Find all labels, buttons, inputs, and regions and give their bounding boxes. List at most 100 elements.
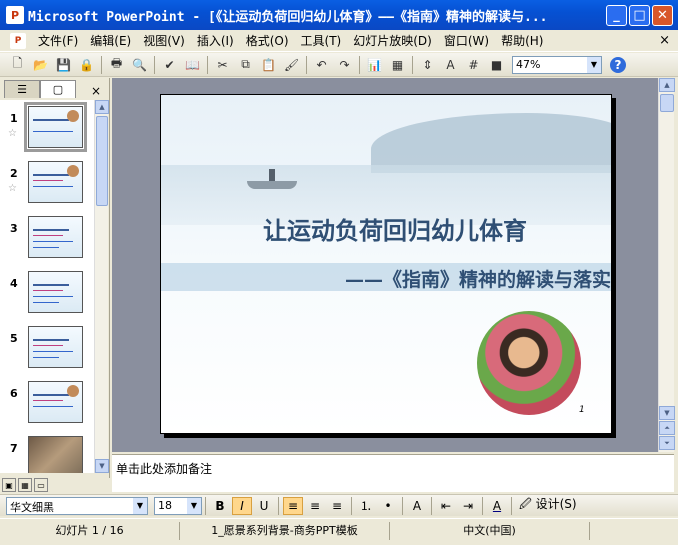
children-photo[interactable] (477, 311, 581, 415)
save-icon[interactable]: 💾 (54, 55, 73, 74)
chevron-down-icon[interactable]: ▼ (187, 497, 201, 514)
slide-thumbnail-row[interactable]: 1 ☆ (0, 100, 94, 155)
close-window-button[interactable]: ✕ (652, 5, 673, 26)
menu-window[interactable]: 窗口(W) (438, 32, 495, 49)
numbering-icon[interactable]: ⒈ (356, 497, 376, 515)
chevron-down-icon[interactable]: ▼ (587, 56, 601, 73)
slide-thumbnail-row[interactable]: 6 (0, 375, 94, 430)
align-left-icon[interactable]: ≡ (283, 496, 303, 515)
scrollbar-thumb[interactable] (660, 94, 674, 112)
menu-insert[interactable]: 插入(I) (191, 32, 240, 49)
underline-icon[interactable]: U (254, 497, 274, 515)
template-status: 1_愿景系列背景-商务PPT模板 (180, 522, 390, 540)
show-grid-icon[interactable]: # (464, 55, 483, 74)
menu-view[interactable]: 视图(V) (137, 32, 191, 49)
minimize-button[interactable]: _ (606, 5, 627, 26)
slide-thumbnail[interactable] (28, 326, 83, 368)
current-slide[interactable]: 让运动负荷回归幼儿体育 ——《指南》精神的解读与落实 1 (160, 94, 612, 434)
slides-pane-scrollbar[interactable]: ▲ ▼ (94, 100, 109, 473)
document-icon[interactable]: P (10, 32, 26, 49)
powerpoint-app-icon[interactable]: P (6, 6, 24, 24)
align-center-icon[interactable]: ≡ (305, 497, 325, 515)
scroll-up-icon[interactable]: ▲ (659, 78, 675, 92)
cut-icon[interactable]: ✂ (213, 55, 232, 74)
slide-sorter-icon[interactable]: ▦ (18, 478, 32, 492)
slide-page-number: 1 (579, 405, 585, 415)
scrollbar-thumb[interactable] (96, 116, 108, 206)
font-color-icon[interactable]: A (487, 497, 507, 515)
slide-thumbnail[interactable] (28, 381, 83, 423)
print-icon[interactable]: 🖶 (107, 55, 126, 74)
menu-edit[interactable]: 编辑(E) (84, 32, 137, 49)
color-grayscale-icon[interactable]: ■ (487, 55, 506, 74)
bullets-icon[interactable]: • (378, 497, 398, 515)
show-formatting-icon[interactable]: A (441, 55, 460, 74)
slide-subtitle[interactable]: ——《指南》精神的解读与落实 (291, 265, 611, 292)
increase-font-icon[interactable]: A (407, 497, 427, 515)
slideshow-icon[interactable]: ▭ (34, 478, 48, 492)
slide-thumbnail-row[interactable]: 5 (0, 320, 94, 375)
paste-icon[interactable]: 📋 (259, 55, 278, 74)
slide-thumbnail[interactable] (24, 102, 87, 152)
slide-number: 6 (10, 387, 18, 400)
scroll-down-icon[interactable]: ▼ (95, 459, 109, 473)
insert-chart-icon[interactable]: 📊 (365, 55, 384, 74)
slide-thumbnail-row[interactable]: 2 ☆ (0, 155, 94, 210)
print-preview-icon[interactable]: 🔍 (130, 55, 149, 74)
expand-all-icon[interactable]: ⇕ (418, 55, 437, 74)
slide-thumbnail[interactable] (28, 216, 83, 258)
slide-thumbnail-row[interactable]: 4 (0, 265, 94, 320)
italic-button[interactable]: I (232, 496, 252, 515)
new-document-icon[interactable]: 🗋 (8, 55, 27, 74)
tab-outline[interactable]: ☰ (4, 80, 40, 98)
tab-slides[interactable]: ▢ (40, 80, 76, 98)
design-button[interactable]: 🖉 设计(S) (519, 495, 577, 516)
slide-thumbnail[interactable] (28, 436, 83, 473)
open-folder-icon[interactable]: 📂 (31, 55, 50, 74)
slide-thumbnail-row[interactable]: 7 (0, 430, 94, 473)
menu-tools[interactable]: 工具(T) (295, 32, 348, 49)
next-slide-icon[interactable]: ⏷ (659, 436, 675, 450)
menu-file[interactable]: 文件(F) (32, 32, 84, 49)
toolbar-separator (278, 496, 279, 515)
pane-close-icon[interactable]: × (91, 84, 101, 98)
insert-table-icon[interactable]: ▦ (388, 55, 407, 74)
maximize-button[interactable]: □ (629, 5, 650, 26)
scroll-down-icon[interactable]: ▼ (659, 406, 675, 420)
font-name-select[interactable]: 华文细黑 ▼ (6, 496, 148, 515)
chevron-down-icon[interactable]: ▼ (133, 497, 147, 514)
view-buttons: ▣ ▦ ▭ (2, 478, 62, 492)
previous-slide-icon[interactable]: ⏶ (659, 421, 675, 435)
font-size-select[interactable]: 18 ▼ (154, 496, 202, 515)
notes-pane[interactable]: 单击此处添加备注 (112, 454, 674, 492)
redo-icon[interactable]: ↷ (335, 55, 354, 74)
format-painter-icon[interactable]: 🖌 (282, 55, 301, 74)
slide-thumbnail-row[interactable]: 3 (0, 210, 94, 265)
decrease-indent-icon[interactable]: ⇤ (436, 497, 456, 515)
align-right-icon[interactable]: ≡ (327, 497, 347, 515)
slide-number: 2 (10, 167, 18, 180)
bold-button[interactable]: B (210, 497, 230, 515)
close-document-icon[interactable]: × (659, 33, 670, 48)
research-icon[interactable]: 📖 (183, 55, 202, 74)
normal-view-icon[interactable]: ▣ (2, 478, 16, 492)
menu-format[interactable]: 格式(O) (240, 32, 295, 49)
slide-scrollbar[interactable]: ▲ ▼ ⏶ ⏷ (658, 78, 675, 452)
slide-title[interactable]: 让运动负荷回归幼儿体育 (245, 211, 545, 246)
permission-icon[interactable]: 🔒 (77, 55, 96, 74)
menu-slideshow[interactable]: 幻灯片放映(D) (347, 32, 438, 49)
copy-icon[interactable]: ⧉ (236, 55, 255, 74)
toolbar-separator (431, 496, 432, 515)
increase-indent-icon[interactable]: ⇥ (458, 497, 478, 515)
menu-help[interactable]: 帮助(H) (495, 32, 549, 49)
formatting-toolbar: 华文细黑 ▼ 18 ▼ B I U ≡ ≡ ≡ ⒈ • A ⇤ ⇥ A 🖉 设计… (0, 494, 678, 516)
slide-number: 1 (10, 112, 18, 125)
slide-thumbnail[interactable] (28, 161, 83, 203)
undo-icon[interactable]: ↶ (312, 55, 331, 74)
help-icon[interactable]: ? (610, 56, 626, 73)
zoom-select[interactable]: 47% ▼ (512, 55, 602, 74)
scroll-up-icon[interactable]: ▲ (95, 100, 109, 114)
toolbar-separator (402, 496, 403, 515)
spelling-icon[interactable]: ✔ (160, 55, 179, 74)
slide-thumbnail[interactable] (28, 271, 83, 313)
